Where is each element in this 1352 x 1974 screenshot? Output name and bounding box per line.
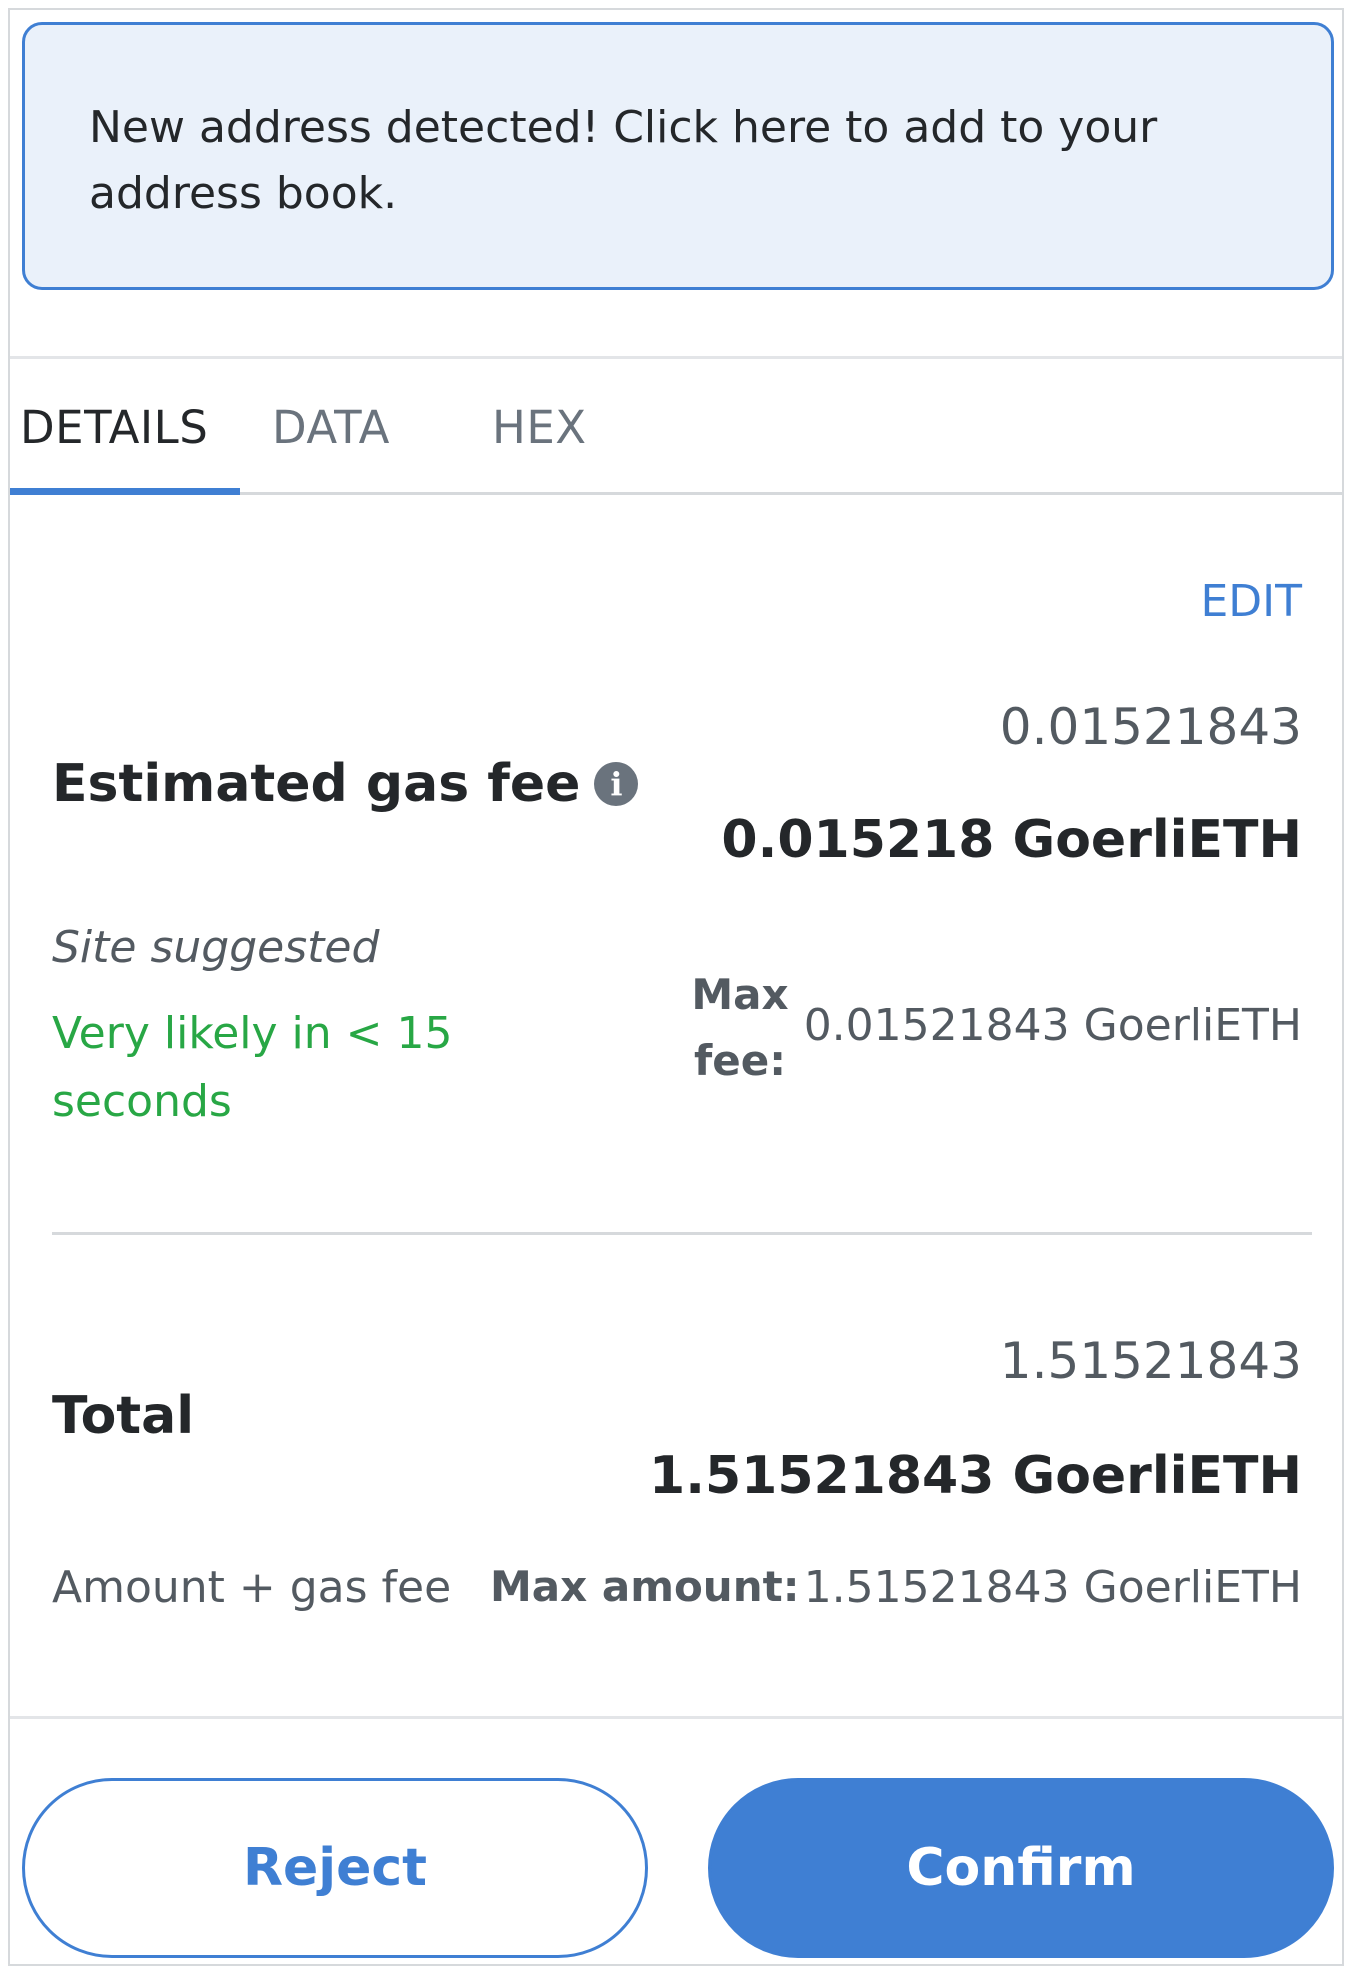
tab-details[interactable]: DETAILS <box>20 401 208 454</box>
section-divider <box>52 1232 1312 1235</box>
transaction-confirmation-panel: New address detected! Click here to add … <box>8 8 1344 1966</box>
new-address-notice-text: New address detected! Click here to add … <box>89 102 1158 219</box>
new-address-notice[interactable]: New address detected! Click here to add … <box>22 22 1334 290</box>
max-amount-value: 1.51521843 GoerliETH <box>803 1562 1302 1613</box>
total-native-value: 1.51521843 GoerliETH <box>649 1446 1302 1506</box>
gas-likelihood-text: Very likely in < 15 seconds <box>52 1008 453 1127</box>
gas-fee-fiat-value: 0.01521843 <box>999 698 1302 756</box>
footer-separator <box>10 1716 1342 1719</box>
estimated-gas-fee-label: Estimated gas fee i <box>52 754 639 814</box>
reject-button-label: Reject <box>242 1838 428 1898</box>
total-label: Total <box>52 1386 195 1446</box>
tab-hex[interactable]: HEX <box>492 401 587 454</box>
site-suggested-label: Site suggested <box>52 922 380 973</box>
tab-bar: DETAILS DATA HEX <box>10 359 1342 495</box>
info-icon[interactable]: i <box>594 762 639 806</box>
reject-button[interactable]: Reject <box>22 1778 648 1958</box>
tab-data[interactable]: DATA <box>272 401 390 454</box>
max-fee-value: 0.01521843 GoerliETH <box>803 1000 1302 1051</box>
amount-plus-gas-label: Amount + gas fee <box>52 1562 452 1613</box>
confirm-button-label: Confirm <box>906 1838 1136 1898</box>
estimated-gas-fee-text: Estimated gas fee <box>52 754 581 814</box>
gas-fee-native-value: 0.015218 GoerliETH <box>721 810 1302 870</box>
active-tab-indicator <box>10 488 240 495</box>
max-fee-label: Max fee: <box>691 970 789 1085</box>
max-amount-label: Max amount: <box>490 1562 800 1611</box>
confirm-button[interactable]: Confirm <box>708 1778 1334 1958</box>
total-fiat-value: 1.51521843 <box>999 1332 1302 1390</box>
edit-gas-button[interactable]: EDIT <box>1200 576 1302 627</box>
